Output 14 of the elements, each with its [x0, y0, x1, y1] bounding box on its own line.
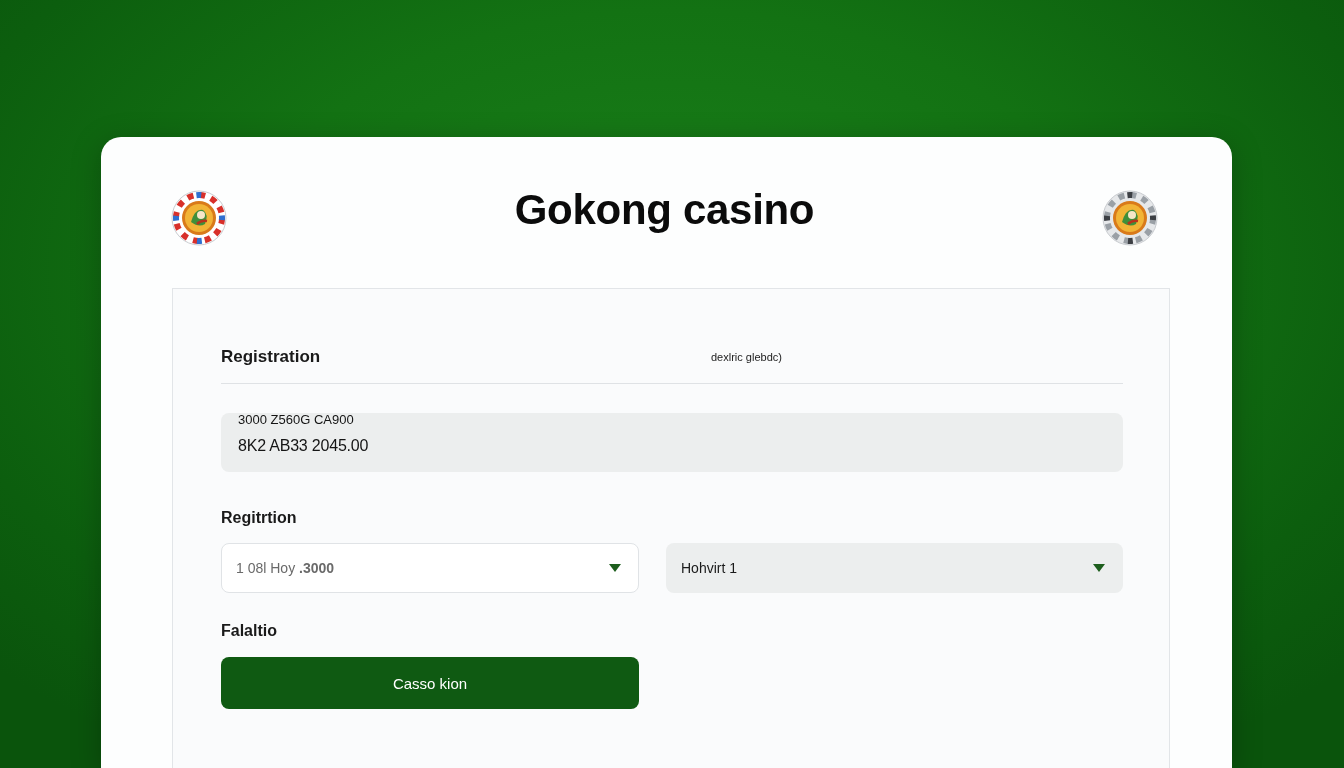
- section-label: Regitrtion: [221, 508, 297, 528]
- dropdown-select[interactable]: Hohvirt 1: [666, 543, 1123, 593]
- code-text: 3000 Z560G CA900: [238, 413, 354, 427]
- caret-icon: [1093, 564, 1105, 572]
- code-text: 8K2 AB33 2045.00: [238, 436, 369, 456]
- section-label: Falaltio: [221, 621, 277, 641]
- caret-icon: [609, 564, 621, 572]
- casino-chip-icon: [1102, 189, 1158, 246]
- dropdown-select[interactable]: 1 08l Hoy .3000: [221, 543, 639, 593]
- form-heading: Registration: [221, 346, 322, 368]
- form-note: dexlric glebdc): [711, 350, 782, 364]
- casino-chip-icon: [171, 189, 227, 246]
- submit-button[interactable]: Casso kion: [221, 657, 639, 709]
- casino-title: Gokong casino: [514, 185, 815, 234]
